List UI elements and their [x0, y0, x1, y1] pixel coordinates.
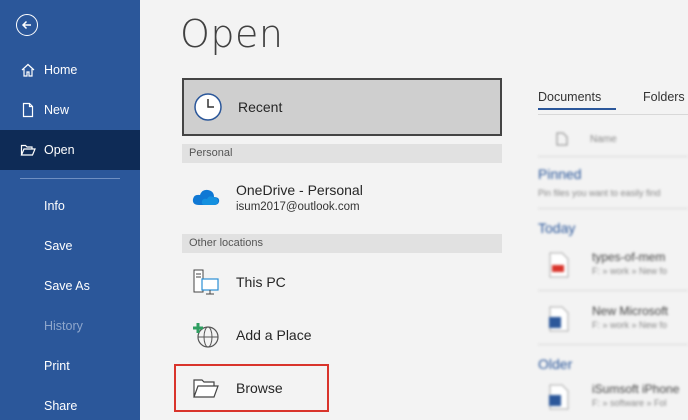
pdf-file-icon	[549, 252, 569, 278]
add-place-globe-icon	[190, 319, 222, 351]
nav-share-label: Share	[44, 399, 78, 413]
pinned-divider	[538, 208, 688, 209]
nav-new[interactable]: New	[0, 90, 140, 130]
personal-section-header: Personal	[182, 144, 502, 163]
word-file-icon	[549, 306, 569, 332]
column-name-header: Name	[590, 134, 617, 145]
nav-info[interactable]: Info	[0, 186, 140, 226]
nav-history: History	[0, 306, 140, 346]
add-place-location[interactable]: Add a Place	[182, 310, 502, 360]
file-path: F: » work » New fo	[592, 320, 668, 330]
recent-label: Recent	[238, 99, 283, 115]
tabs-divider	[538, 114, 688, 115]
file-row[interactable]: iSumsoft iPhone F: » software » Fol	[548, 380, 688, 416]
tab-documents[interactable]: Documents	[538, 90, 601, 104]
page-title: Open	[180, 12, 284, 56]
onedrive-email: isum2017@outlook.com	[236, 200, 360, 213]
add-place-label: Add a Place	[236, 327, 312, 343]
file-row[interactable]: types-of-mem F: » work » New fo	[548, 248, 688, 284]
back-button[interactable]	[16, 14, 38, 36]
file-name: iSumsoft iPhone	[592, 382, 680, 396]
nav-save-as-label: Save As	[44, 279, 90, 293]
pinned-hint: Pin files you want to easily find	[538, 188, 661, 198]
backstage-sidebar: Home New Open Info Save Save As History …	[0, 0, 140, 420]
nav-home-label: Home	[44, 63, 78, 77]
onedrive-location[interactable]: OneDrive - Personal isum2017@outlook.com	[182, 172, 502, 222]
nav-new-label: New	[44, 103, 70, 117]
file-name: types-of-mem	[592, 250, 666, 264]
file-column-icon	[556, 132, 568, 146]
nav-open[interactable]: Open	[0, 130, 140, 170]
home-icon	[20, 62, 36, 78]
row-divider	[538, 290, 688, 291]
tab-documents-underline	[538, 108, 616, 110]
recent-location[interactable]: Recent	[182, 78, 502, 136]
nav-save-label: Save	[44, 239, 73, 253]
tab-folders[interactable]: Folders	[643, 90, 685, 104]
file-path: F: » software » Fol	[592, 398, 667, 408]
onedrive-cloud-icon	[190, 181, 222, 213]
computer-icon	[190, 266, 222, 298]
nav-save-as[interactable]: Save As	[0, 266, 140, 306]
nav-history-label: History	[44, 319, 83, 333]
word-file-icon	[549, 384, 569, 410]
file-row[interactable]: New Microsoft F: » work » New fo	[548, 302, 688, 338]
nav-open-label: Open	[44, 143, 75, 157]
header-divider	[538, 156, 688, 157]
nav-save[interactable]: Save	[0, 226, 140, 266]
nav-info-label: Info	[44, 199, 65, 213]
older-heading: Older	[538, 356, 573, 372]
sidebar-divider	[20, 178, 120, 179]
open-folder-icon	[20, 142, 36, 158]
browse-highlight-box	[174, 364, 329, 412]
nav-home[interactable]: Home	[0, 50, 140, 90]
today-heading: Today	[538, 220, 576, 236]
back-arrow-icon	[21, 20, 31, 30]
this-pc-label: This PC	[236, 274, 286, 290]
nav-print[interactable]: Print	[0, 346, 140, 386]
pinned-heading: Pinned	[538, 166, 582, 182]
onedrive-label: OneDrive - Personal	[236, 181, 363, 198]
file-name: New Microsoft	[592, 304, 669, 318]
row-divider	[538, 344, 688, 345]
file-path: F: » work » New fo	[592, 266, 668, 276]
this-pc-location[interactable]: This PC	[182, 257, 502, 307]
nav-print-label: Print	[44, 359, 70, 373]
other-locations-header: Other locations	[182, 234, 502, 253]
nav-share[interactable]: Share	[0, 386, 140, 420]
new-document-icon	[20, 102, 36, 118]
clock-icon	[192, 91, 224, 123]
